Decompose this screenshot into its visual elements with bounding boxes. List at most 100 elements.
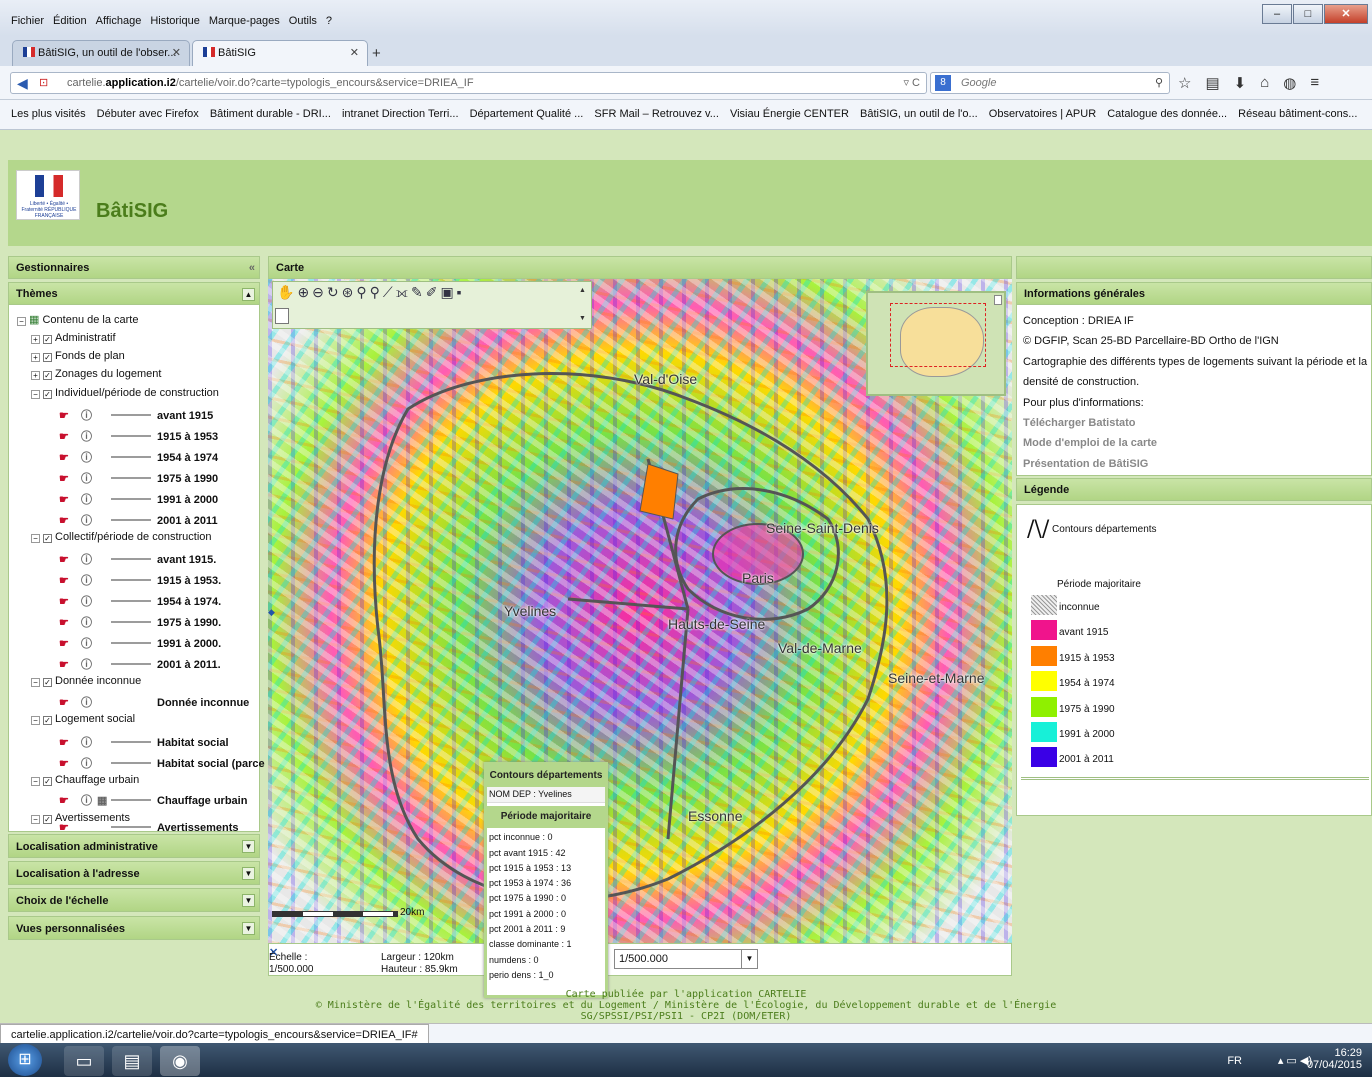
- bookmark-item[interactable]: Visiau Énergie CENTER: [730, 108, 849, 120]
- print-icon[interactable]: [275, 308, 289, 324]
- opacity-slider[interactable]: [111, 498, 151, 500]
- layer-collectif-1954-1974[interactable]: ☛ ⓘ 1954 à 1974.: [59, 593, 221, 609]
- layer-avertissements[interactable]: ☛ⓘAvertissements: [59, 819, 239, 835]
- visibility-icon[interactable]: ☛: [59, 493, 81, 506]
- close-tab-icon[interactable]: ✕: [350, 46, 359, 59]
- tree-group-individuel[interactable]: − ✓ Individuel/période de construction: [31, 387, 219, 399]
- bookmark-item[interactable]: Bâtiment durable - DRI...: [210, 108, 331, 120]
- checkbox[interactable]: ✓: [43, 353, 52, 362]
- explorer-icon[interactable]: ▭: [64, 1046, 104, 1076]
- opacity-slider[interactable]: [111, 456, 151, 458]
- visibility-icon[interactable]: ☛: [59, 451, 81, 464]
- menu-affichage[interactable]: Affichage: [96, 15, 142, 27]
- info-icon[interactable]: ⓘ: [81, 755, 111, 771]
- layer-individuel-avant-1915[interactable]: ☛ ⓘ avant 1915: [59, 407, 213, 423]
- document-icon[interactable]: ▤: [112, 1046, 152, 1076]
- pan-left-icon[interactable]: ◆: [268, 607, 275, 618]
- chevron-up-icon[interactable]: ▲: [242, 288, 255, 301]
- draw-icon[interactable]: ✐: [426, 284, 441, 300]
- close-window-button[interactable]: ✕: [1324, 4, 1368, 24]
- gestionnaires-header[interactable]: Gestionnaires «: [8, 256, 260, 279]
- opacity-slider[interactable]: [111, 799, 151, 801]
- new-tab-icon[interactable]: +: [372, 45, 381, 62]
- layer-collectif-1915-1953[interactable]: ☛ ⓘ 1915 à 1953.: [59, 572, 221, 588]
- select-icon[interactable]: ⚲: [370, 284, 383, 300]
- scale-select[interactable]: 1/500.000 ▼: [614, 949, 758, 969]
- info-icon[interactable]: ⓘ: [81, 428, 111, 444]
- overview-map[interactable]: [866, 291, 1006, 396]
- menu-edition[interactable]: Édition: [53, 15, 87, 27]
- layer-collectif-avant-1915[interactable]: ☛ ⓘ avant 1915.: [59, 551, 216, 567]
- reload-icon[interactable]: ▿ C: [903, 73, 920, 93]
- checkbox[interactable]: ✓: [43, 534, 52, 543]
- bookmark-item[interactable]: Les plus visités: [11, 108, 86, 120]
- refresh-icon[interactable]: ↻: [327, 284, 342, 300]
- bookmark-item[interactable]: intranet Direction Terri...: [342, 108, 459, 120]
- visibility-icon[interactable]: ☛: [59, 736, 81, 749]
- menu-historique[interactable]: Historique: [150, 15, 200, 27]
- layer-individuel-1915-1953[interactable]: ☛ ⓘ 1915 à 1953: [59, 428, 218, 444]
- measure-icon[interactable]: ⟋: [383, 284, 396, 300]
- menu-icon[interactable]: ≡: [1310, 74, 1319, 92]
- layer-individuel-1975-1990[interactable]: ☛ ⓘ 1975 à 1990: [59, 470, 218, 486]
- visibility-icon[interactable]: ☛: [59, 553, 81, 566]
- clock-date[interactable]: 07/04/2015: [1307, 1059, 1362, 1071]
- visibility-icon[interactable]: ☛: [59, 696, 81, 709]
- map-canvas[interactable]: Val-d'Oise Seine-Saint-Denis Paris Yveli…: [268, 279, 1012, 943]
- tree-group-administratif[interactable]: + ✓ Administratif: [31, 332, 116, 344]
- toolbar-scroll[interactable]: ▲ ▼: [579, 284, 589, 326]
- info-icon[interactable]: ⓘ: [81, 734, 111, 750]
- firefox-icon[interactable]: ◉: [160, 1046, 200, 1076]
- menu-marque-pages[interactable]: Marque-pages: [209, 15, 280, 27]
- chevron-down-icon[interactable]: ▼: [242, 840, 255, 853]
- info-icon[interactable]: ⓘ: [81, 407, 111, 423]
- annotate-icon[interactable]: ✎: [411, 284, 426, 300]
- info-icon[interactable]: ⓘ: [81, 551, 111, 567]
- panel-localisation-adresse[interactable]: Localisation à l'adresse ▼: [8, 861, 260, 885]
- expand-node-icon[interactable]: +: [31, 353, 40, 362]
- collapse-icon[interactable]: «: [249, 257, 255, 280]
- checkbox[interactable]: ✓: [43, 371, 52, 380]
- opacity-slider[interactable]: [111, 642, 151, 644]
- info-icon[interactable]: ⓘ: [81, 614, 111, 630]
- back-icon[interactable]: ◀: [17, 73, 28, 93]
- bookmark-item[interactable]: BâtiSIG, un outil de l'o...: [860, 108, 978, 120]
- bookmark-item[interactable]: Débuter avec Firefox: [97, 108, 199, 120]
- opacity-slider[interactable]: [111, 826, 151, 828]
- visibility-icon[interactable]: ☛: [59, 409, 81, 422]
- layer-collectif-1975-1990[interactable]: ☛ ⓘ 1975 à 1990.: [59, 614, 221, 630]
- opacity-slider[interactable]: [111, 621, 151, 623]
- legend-header[interactable]: Légende: [1016, 478, 1372, 501]
- visibility-icon[interactable]: ☛: [59, 821, 81, 834]
- visibility-icon[interactable]: ☛: [59, 794, 81, 807]
- opacity-slider[interactable]: [111, 663, 151, 665]
- expand-node-icon[interactable]: +: [31, 371, 40, 380]
- zoom-in-icon[interactable]: ⊕: [297, 284, 312, 300]
- visibility-icon[interactable]: ☛: [59, 430, 81, 443]
- info-icon[interactable]: ⓘ: [81, 593, 111, 609]
- opacity-slider[interactable]: [111, 519, 151, 521]
- opacity-slider[interactable]: [111, 477, 151, 479]
- tree-group-inconnue[interactable]: − ✓ Donnée inconnue: [31, 675, 141, 687]
- bookmark-item[interactable]: SFR Mail – Retrouvez v...: [594, 108, 719, 120]
- tree-group-chauffage[interactable]: − ✓ Chauffage urbain: [31, 774, 139, 786]
- tab-batisig[interactable]: BâtiSIG ✕: [192, 40, 368, 66]
- opacity-slider[interactable]: [111, 558, 151, 560]
- tray-icons[interactable]: ▴ ▭ ◀): [1256, 1054, 1312, 1067]
- info-icon[interactable]: ⓘ: [81, 792, 97, 808]
- minimize-button[interactable]: –: [1262, 4, 1292, 24]
- info-icon[interactable]: ⓘ: [81, 572, 111, 588]
- visibility-icon[interactable]: ☛: [59, 658, 81, 671]
- overview-toggle-icon[interactable]: [994, 295, 1002, 305]
- chevron-down-icon[interactable]: ▼: [242, 867, 255, 880]
- url-bar[interactable]: ◀ ⊡ cartelie.application.i2/cartelie/voi…: [10, 72, 927, 94]
- opacity-slider[interactable]: [111, 600, 151, 602]
- visibility-icon[interactable]: ☛: [59, 757, 81, 770]
- layer-individuel-1954-1974[interactable]: ☛ ⓘ 1954 à 1974: [59, 449, 218, 465]
- info-icon[interactable]: ⓘ: [81, 512, 111, 528]
- checkbox[interactable]: ✓: [43, 335, 52, 344]
- chevron-down-icon[interactable]: ▼: [741, 950, 757, 968]
- visibility-icon[interactable]: ☛: [59, 637, 81, 650]
- tree-root[interactable]: − ▦ Contenu de la carte: [17, 313, 138, 326]
- link-presentation-batisig[interactable]: Présentation de BâtiSIG: [1023, 454, 1365, 474]
